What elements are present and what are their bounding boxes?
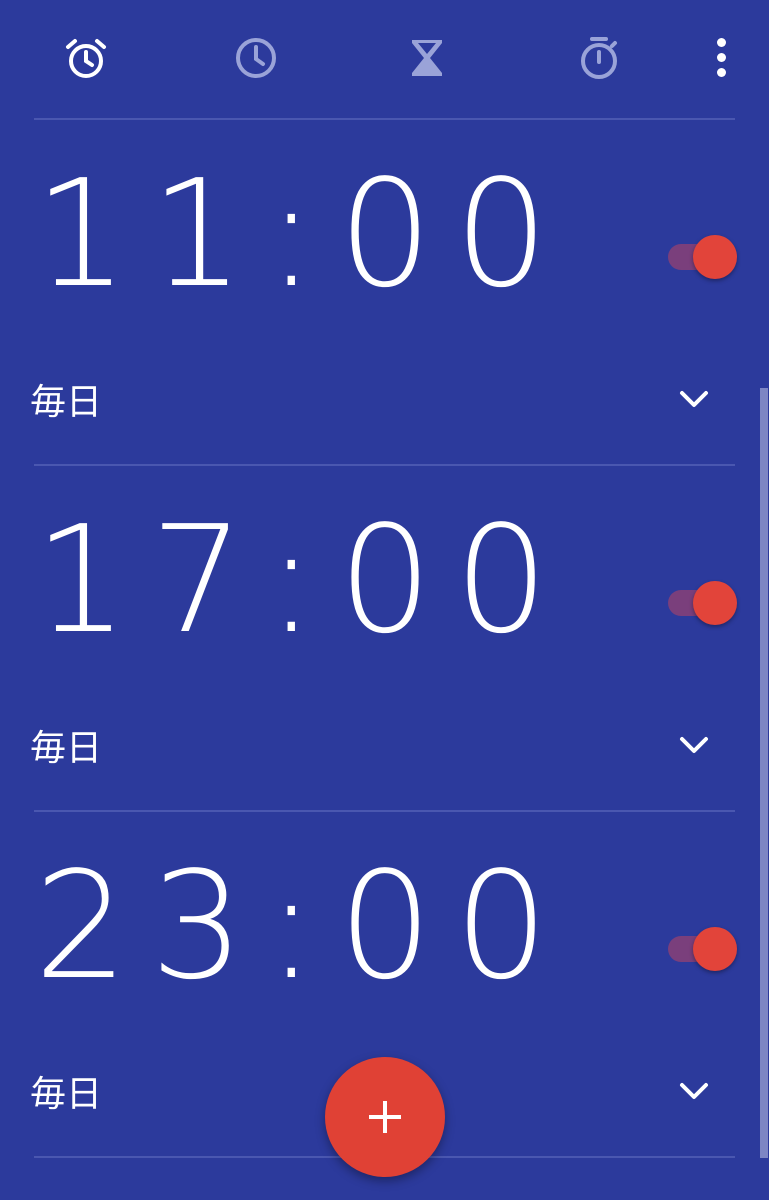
alarm-repeat-label: 毎日 <box>30 382 103 423</box>
tab-alarm[interactable] <box>62 34 110 82</box>
alarm-time[interactable]: 11:00 <box>34 159 571 309</box>
alarm-repeat-label: 毎日 <box>30 728 103 769</box>
more-vert-icon <box>717 38 726 47</box>
clock-icon <box>236 38 276 78</box>
tab-bar <box>0 0 769 118</box>
chevron-down-icon <box>680 737 708 753</box>
alarm-toggle[interactable] <box>668 233 738 279</box>
expand-button[interactable] <box>672 723 716 767</box>
add-alarm-button[interactable] <box>325 1057 445 1177</box>
expand-button[interactable] <box>672 1069 716 1113</box>
tab-timer[interactable] <box>403 34 451 82</box>
alarm-toggle[interactable] <box>668 925 738 971</box>
alarm-time[interactable]: 17:00 <box>34 505 571 655</box>
more-options-button[interactable] <box>706 36 738 80</box>
alarm-item[interactable]: 11:00 毎日 <box>0 119 769 465</box>
expand-button[interactable] <box>672 377 716 421</box>
tab-clock[interactable] <box>232 34 280 82</box>
alarm-icon <box>66 39 106 78</box>
alarm-repeat-label: 毎日 <box>30 1074 103 1115</box>
stopwatch-icon <box>581 37 617 79</box>
scrollbar[interactable] <box>760 388 768 1158</box>
tab-stopwatch[interactable] <box>575 34 623 82</box>
timer-icon <box>412 40 442 76</box>
chevron-down-icon <box>680 391 708 407</box>
chevron-down-icon <box>680 1083 708 1099</box>
alarm-item[interactable]: 17:00 毎日 <box>0 465 769 811</box>
alarm-time[interactable]: 23:00 <box>34 851 571 1001</box>
alarm-toggle[interactable] <box>668 579 738 625</box>
